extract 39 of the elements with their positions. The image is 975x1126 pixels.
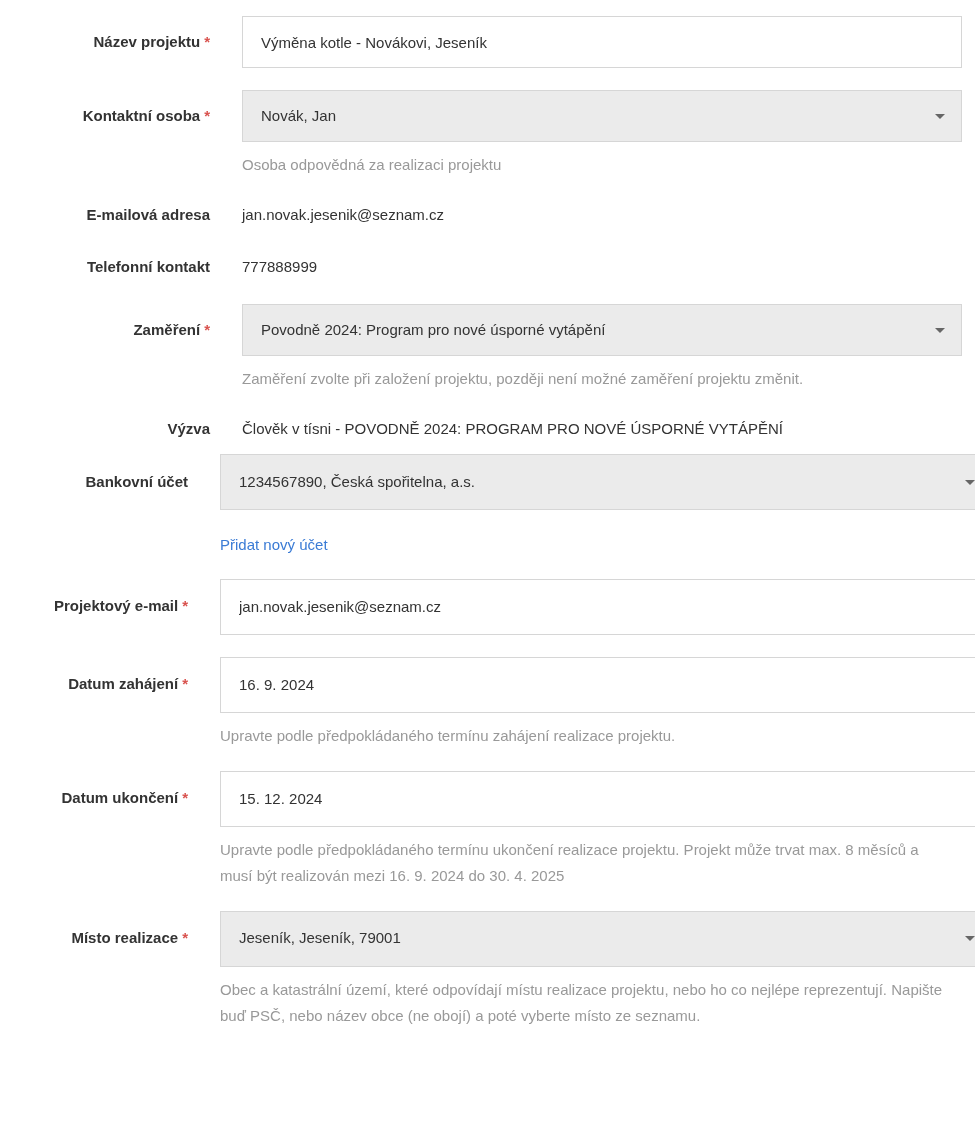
help-text: Upravte podle předpokládaného termínu ukončení realizace projektu. Projekt může trvat max. 8 měsíců a musí být realizován mezi 16. 9. 2024 do 30. 4. 2025: [220, 839, 920, 886]
required-mark: *: [182, 674, 188, 695]
field-label: Místo realizace: [71, 928, 179, 949]
field-label: Kontaktní osoba: [82, 105, 201, 126]
field-label: Název projektu: [93, 31, 201, 52]
caret-icon: [965, 479, 975, 485]
required-mark: *: [204, 105, 210, 126]
field-value: 777888999: [242, 256, 318, 277]
field-value: jan.novak.jesenik@seznam.cz: [242, 204, 444, 225]
required-mark: *: [182, 788, 188, 809]
field-label: Projektový e-mail: [53, 596, 179, 617]
text-field[interactable]: 15. 12. 2024: [220, 770, 975, 827]
field-label: Zaměření: [133, 319, 201, 340]
field-value: Člověk v tísni - POVODNĚ 2024: PROGRAM PRO NOVÉ ÚSPORNÉ VYTÁPĚNÍ: [242, 418, 783, 439]
field-label: Telefonní kontakt: [86, 256, 210, 277]
required-mark: *: [182, 928, 188, 949]
help-text: Upravte podle předpokládaného termínu zahájení realizace projektu.: [220, 725, 677, 746]
text-field[interactable]: 16. 9. 2024: [220, 656, 975, 713]
caret-icon: [935, 327, 945, 333]
caret-icon: [965, 936, 975, 941]
dropdown-field[interactable]: Povodně 2024: Program pro nové úsporné vytápění: [242, 304, 962, 356]
dropdown-field[interactable]: Novák, Jan: [242, 90, 962, 142]
field-label: Bankovní účet: [85, 471, 188, 492]
caret-icon: [935, 113, 945, 119]
required-mark: *: [204, 319, 210, 340]
field-label: E-mailová adresa: [86, 204, 210, 225]
field-label: Datum zahájení: [68, 674, 179, 695]
text-field[interactable]: Výměna kotle - Novákovi, Jeseník: [242, 16, 962, 68]
field-label: Výzva: [167, 418, 210, 439]
dropdown-field[interactable]: Jeseník, Jeseník, 79001: [220, 910, 975, 967]
help-text: Zaměření zvolte při založení projektu, později není možné zaměření projektu změnit.: [242, 369, 805, 389]
help-text: Obec a katastrální území, které odpovídají místu realizace projektu, nebo ho co nejlépe reprezentují. Napište buď PSČ, nebo název obce (ne obojí) a poté vyberte místo ze seznamu.: [220, 979, 944, 1026]
field-label: Datum ukončení: [61, 788, 179, 809]
required-mark: *: [204, 31, 210, 52]
add-account-link[interactable]: Přidat nový účet: [220, 534, 975, 557]
help-text: Osoba odpovědná za realizaci projektu: [242, 155, 503, 175]
dropdown-field[interactable]: 1234567890, Česká spořitelna, a.s.: [220, 454, 975, 510]
required-mark: *: [182, 596, 188, 617]
text-field[interactable]: jan.novak.jesenik@seznam.cz: [220, 578, 975, 635]
